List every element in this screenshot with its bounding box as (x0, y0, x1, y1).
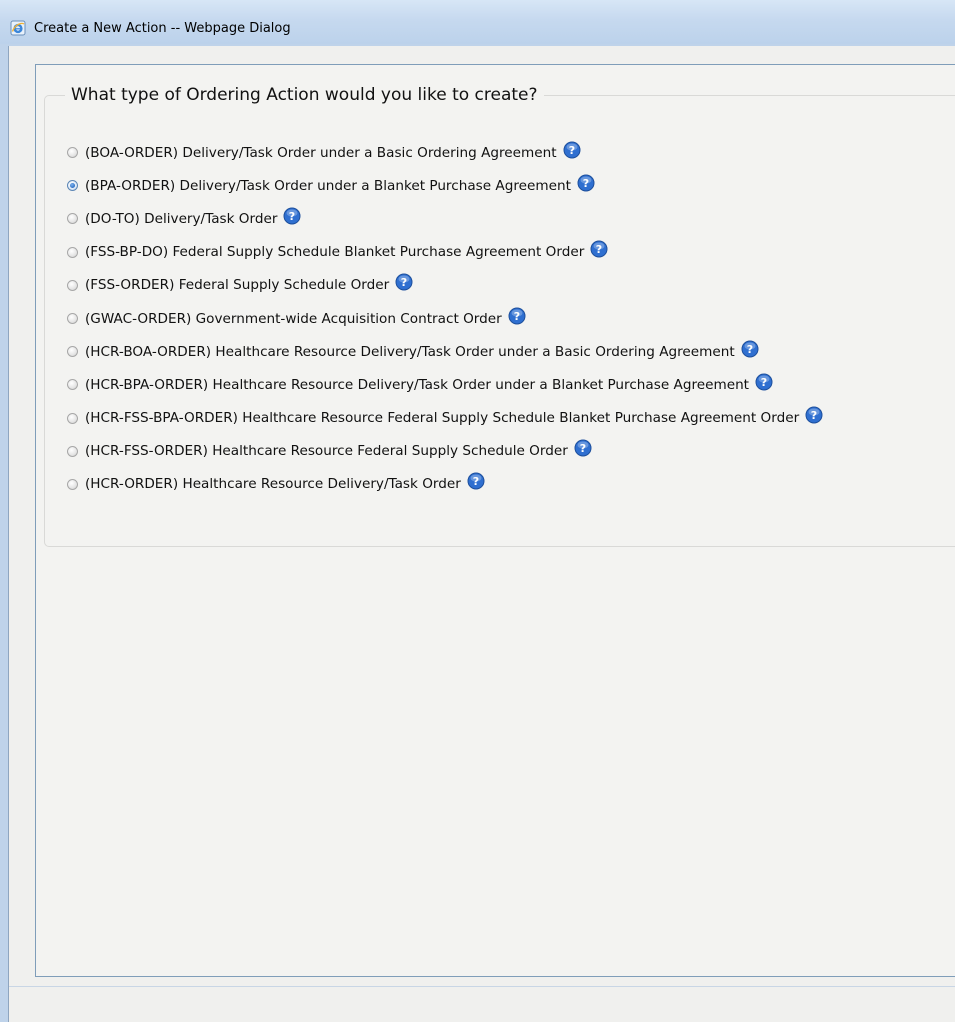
ordering-action-option[interactable]: (HCR-FSS-ORDER) Healthcare Resource Fede… (67, 435, 955, 468)
svg-text:?: ? (580, 442, 586, 455)
option-label[interactable]: (HCR-FSS-ORDER) Healthcare Resource Fede… (85, 442, 568, 460)
radio-button[interactable] (67, 478, 78, 490)
title-bar[interactable]: Create a New Action -- Webpage Dialog (0, 0, 955, 45)
help-icon[interactable]: ? (755, 373, 773, 391)
help-icon[interactable]: ? (395, 273, 413, 291)
ordering-action-option[interactable]: (GWAC-ORDER) Government-wide Acquisition… (67, 302, 955, 335)
ordering-action-fieldset: What type of Ordering Action would you l… (44, 84, 955, 547)
fieldset-legend: What type of Ordering Action would you l… (65, 84, 544, 106)
option-label[interactable]: (BPA-ORDER) Delivery/Task Order under a … (85, 177, 571, 195)
option-label[interactable]: (HCR-ORDER) Healthcare Resource Delivery… (85, 475, 461, 493)
ordering-action-option[interactable]: (BOA-ORDER) Delivery/Task Order under a … (67, 136, 955, 169)
option-label[interactable]: (FSS-BP-DO) Federal Supply Schedule Blan… (85, 243, 584, 261)
help-icon[interactable]: ? (283, 207, 301, 225)
svg-text:?: ? (401, 276, 407, 289)
option-label[interactable]: (HCR-FSS-BPA-ORDER) Healthcare Resource … (85, 409, 799, 427)
help-icon[interactable]: ? (574, 439, 592, 457)
help-icon[interactable]: ? (563, 141, 581, 159)
ordering-action-option[interactable]: (FSS-ORDER) Federal Supply Schedule Orde… (67, 269, 955, 302)
help-icon[interactable]: ? (577, 174, 595, 192)
help-icon[interactable]: ? (741, 340, 759, 358)
option-label[interactable]: (GWAC-ORDER) Government-wide Acquisition… (85, 310, 502, 328)
dialog-status-bar (9, 986, 955, 1022)
svg-text:?: ? (811, 409, 817, 422)
ordering-action-option[interactable]: (HCR-BPA-ORDER) Healthcare Resource Deli… (67, 368, 955, 401)
content-panel: What type of Ordering Action would you l… (35, 64, 955, 977)
webpage-dialog-window: Create a New Action -- Webpage Dialog Wh… (0, 0, 955, 1022)
radio-button[interactable] (67, 445, 78, 457)
svg-text:?: ? (747, 343, 753, 356)
dialog-body: What type of Ordering Action would you l… (8, 46, 955, 1022)
option-label[interactable]: (DO-TO) Delivery/Task Order (85, 210, 277, 228)
ordering-action-option[interactable]: (DO-TO) Delivery/Task Order? (67, 202, 955, 235)
svg-text:?: ? (514, 310, 520, 323)
ordering-action-option[interactable]: (BPA-ORDER) Delivery/Task Order under a … (67, 169, 955, 202)
option-label[interactable]: (HCR-BPA-ORDER) Healthcare Resource Deli… (85, 376, 749, 394)
svg-text:?: ? (596, 243, 602, 256)
ordering-action-option[interactable]: (FSS-BP-DO) Federal Supply Schedule Blan… (67, 236, 955, 269)
radio-button[interactable] (67, 379, 78, 391)
radio-button[interactable] (67, 412, 78, 424)
help-icon[interactable]: ? (467, 472, 485, 490)
ie-icon (10, 20, 26, 36)
ordering-action-option[interactable]: (HCR-BOA-ORDER) Healthcare Resource Deli… (67, 335, 955, 368)
dialog-frame: What type of Ordering Action would you l… (0, 44, 955, 1022)
radio-button[interactable] (67, 279, 78, 291)
ordering-action-option[interactable]: (HCR-ORDER) Healthcare Resource Delivery… (67, 468, 955, 501)
ordering-action-options: (BOA-ORDER) Delivery/Task Order under a … (67, 136, 955, 501)
help-icon[interactable]: ? (590, 240, 608, 258)
radio-button[interactable] (67, 313, 78, 325)
svg-text:?: ? (568, 144, 574, 157)
help-icon[interactable]: ? (508, 307, 526, 325)
radio-button[interactable] (67, 346, 78, 358)
option-label[interactable]: (BOA-ORDER) Delivery/Task Order under a … (85, 144, 557, 162)
option-label[interactable]: (HCR-BOA-ORDER) Healthcare Resource Deli… (85, 343, 735, 361)
window-title: Create a New Action -- Webpage Dialog (34, 21, 291, 36)
option-label[interactable]: (FSS-ORDER) Federal Supply Schedule Orde… (85, 276, 389, 294)
radio-button[interactable] (67, 246, 78, 258)
radio-button-selected[interactable] (67, 180, 78, 192)
svg-text:?: ? (473, 475, 479, 488)
ordering-action-option[interactable]: (HCR-FSS-BPA-ORDER) Healthcare Resource … (67, 402, 955, 435)
help-icon[interactable]: ? (805, 406, 823, 424)
svg-text:?: ? (583, 177, 589, 190)
svg-text:?: ? (289, 210, 295, 223)
radio-button[interactable] (67, 147, 78, 159)
svg-text:?: ? (761, 376, 767, 389)
radio-button[interactable] (67, 213, 78, 225)
